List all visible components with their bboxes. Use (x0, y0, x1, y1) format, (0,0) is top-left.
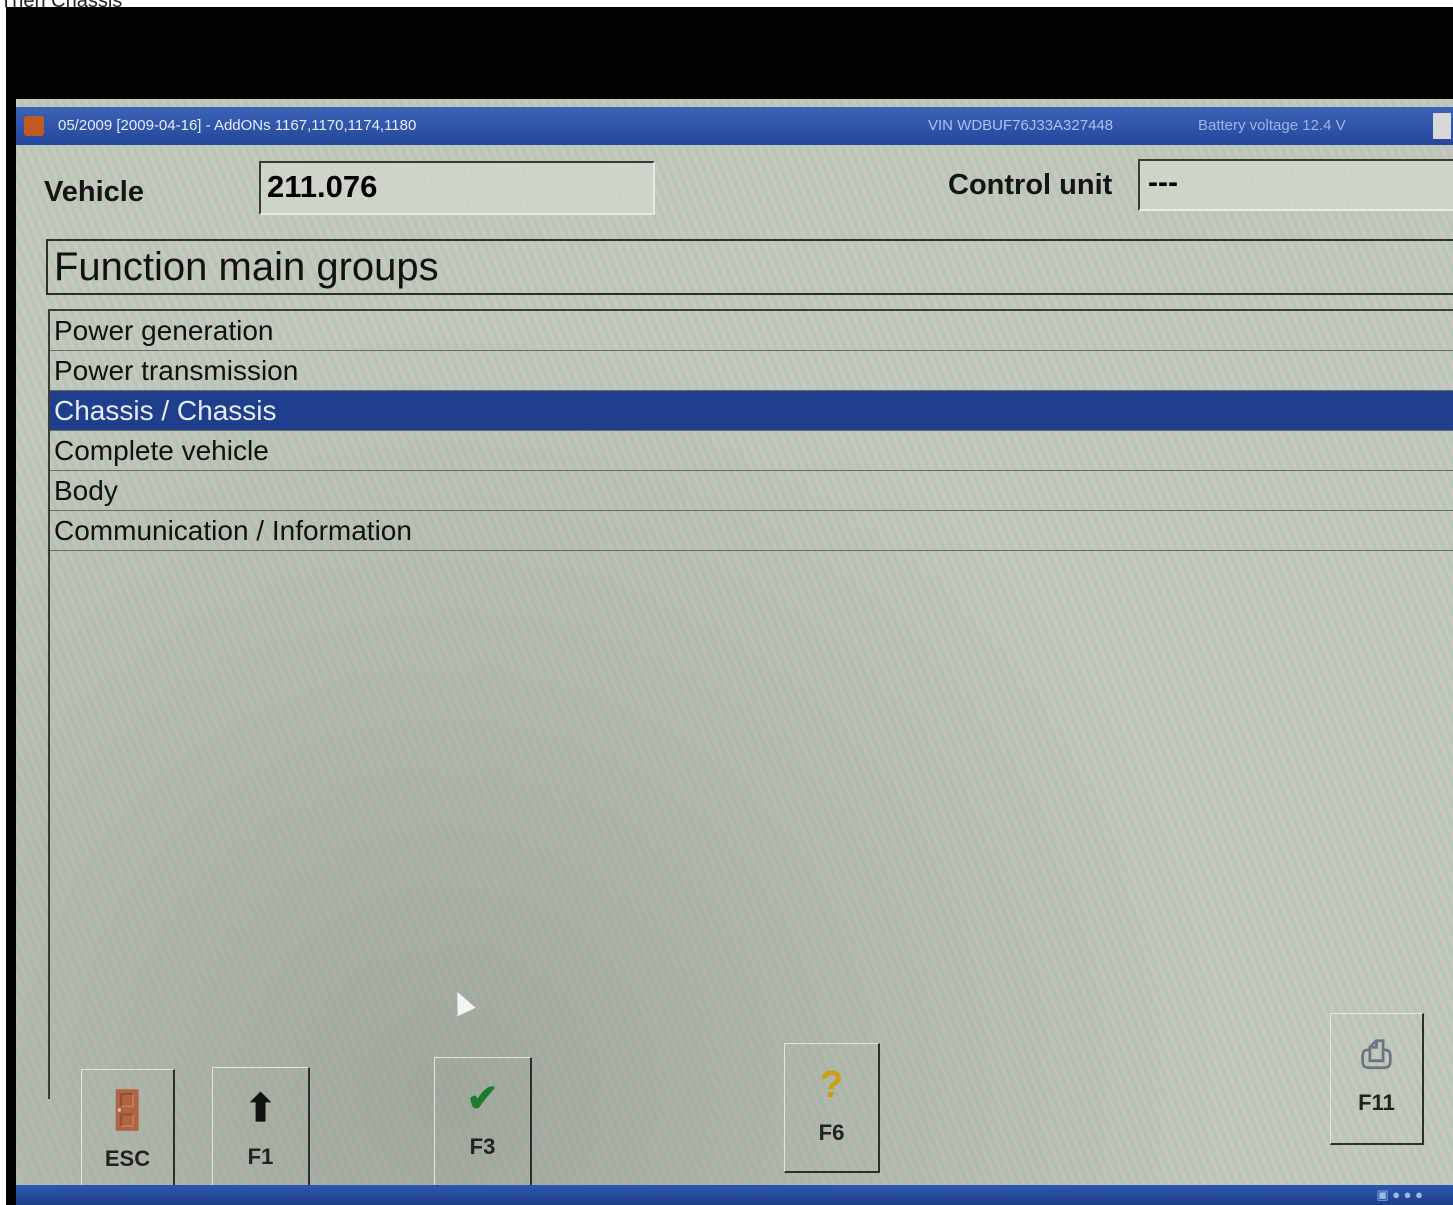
list-item-body[interactable]: Body (50, 471, 1453, 511)
taskbar: ▣ ● ● ● (16, 1185, 1453, 1205)
esc-button[interactable]: 🚪 ESC (81, 1069, 175, 1189)
window-control[interactable] (1433, 113, 1451, 139)
function-group-list[interactable]: Power generation Power transmission Chas… (48, 309, 1453, 1099)
esc-key-label: ESC (104, 1146, 151, 1171)
control-unit-label: Control unit (948, 169, 1113, 201)
diagnostic-screen: 05/2009 [2009-04-16] - AddONs 1167,1170,… (16, 99, 1453, 1205)
list-item-chassis[interactable]: Chassis / Chassis (50, 391, 1453, 431)
control-unit-field: --- (1138, 159, 1453, 211)
checkmark-icon: ✔ (466, 1078, 499, 1120)
up-arrow-icon: ⬆ (244, 1088, 277, 1130)
list-item-communication-information[interactable]: Communication / Information (50, 511, 1453, 551)
title-bar: 05/2009 [2009-04-16] - AddONs 1167,1170,… (16, 107, 1453, 145)
monitor-frame: 05/2009 [2009-04-16] - AddONs 1167,1170,… (6, 7, 1453, 1205)
vehicle-field: 211.076 (259, 161, 655, 215)
window-title: 05/2009 [2009-04-16] - AddONs 1167,1170,… (58, 117, 417, 134)
f6-key-label: F6 (818, 1120, 845, 1145)
page-title: Function main groups (46, 239, 1453, 295)
list-item-power-transmission[interactable]: Power transmission (50, 351, 1453, 391)
f1-button[interactable]: ⬆ F1 (212, 1067, 310, 1191)
f1-key-label: F1 (247, 1144, 274, 1169)
system-tray-icon[interactable]: ▣ ● ● ● (1376, 1187, 1423, 1203)
list-item-power-generation[interactable]: Power generation (50, 311, 1453, 351)
exit-door-icon: 🚪 (103, 1090, 152, 1132)
help-icon: ? (819, 1064, 844, 1106)
f11-key-label: F11 (1358, 1090, 1395, 1115)
f3-key-label: F3 (469, 1134, 496, 1159)
f6-button[interactable]: ? F6 (784, 1043, 880, 1173)
vehicle-label: Vehicle (44, 176, 144, 208)
app-icon (24, 116, 44, 136)
f3-button[interactable]: ✔ F3 (434, 1057, 532, 1189)
list-item-complete-vehicle[interactable]: Complete vehicle (50, 431, 1453, 471)
battery-voltage-readout: Battery voltage 12.4 V (1198, 117, 1346, 134)
f11-button[interactable]: ⎙ F11 (1330, 1013, 1424, 1145)
vin-readout: VIN WDBUF76J33A327448 (928, 117, 1114, 134)
printer-icon: ⎙ (1361, 1034, 1392, 1076)
